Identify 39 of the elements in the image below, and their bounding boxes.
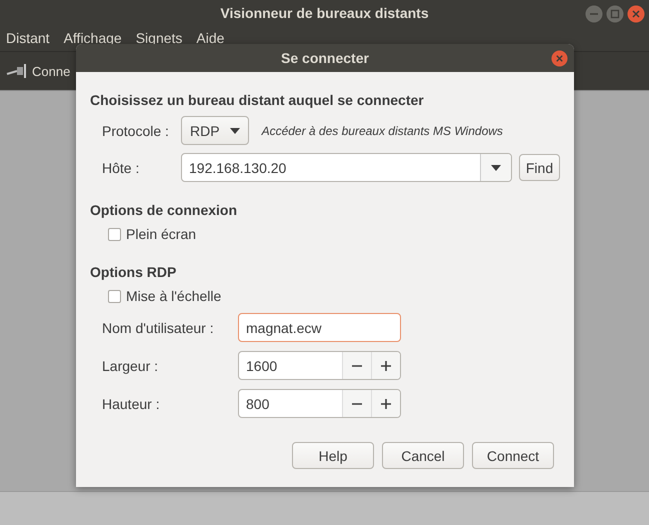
find-button[interactable]: Find [519, 154, 560, 181]
plus-icon [381, 398, 391, 408]
dialog-title: Se connecter [281, 50, 369, 66]
section-heading: Options de connexion [90, 202, 238, 218]
menu-item[interactable]: Distant [6, 30, 50, 46]
increment-button[interactable] [371, 352, 400, 379]
checkbox-label: Plein écran [126, 226, 196, 242]
spin-field[interactable]: 1600 [238, 351, 401, 380]
plus-icon [381, 360, 391, 370]
field-label: Hauteur : [102, 396, 161, 412]
close-icon[interactable] [627, 5, 645, 23]
dropdown-arrow-icon [230, 128, 240, 134]
close-icon[interactable] [551, 50, 568, 67]
menu-item[interactable]: Signets [136, 30, 182, 46]
checkbox[interactable] [108, 228, 121, 240]
section-heading: Options RDP [90, 264, 178, 280]
menu-item[interactable]: Aide [196, 30, 224, 46]
protocol-dropdown[interactable]: RDP [181, 116, 249, 145]
protocol-label: Protocole : [102, 122, 170, 138]
dialog-button[interactable]: Connect [472, 442, 554, 469]
field-label: Nom d'utilisateur : [102, 320, 215, 336]
host-combo-field[interactable]: 192.168.130.20 [181, 153, 512, 182]
toolbar-button[interactable]: Conne [32, 64, 70, 78]
window-title: Visionneur de bureaux distants [220, 4, 429, 20]
checkbox[interactable] [108, 290, 121, 302]
dialog-button[interactable]: Help [292, 442, 374, 469]
spin-field[interactable]: 800 [238, 389, 401, 418]
input-field[interactable]: magnat.ecw [238, 313, 401, 342]
dialog-button[interactable]: Cancel [382, 442, 464, 469]
menu-item[interactable]: Affichage [64, 30, 122, 46]
maximize-icon[interactable] [606, 5, 624, 23]
host-label: Hôte : [102, 160, 140, 176]
dropdown-arrow-icon [491, 164, 501, 170]
checkbox-label: Mise à l'échelle [126, 288, 222, 304]
section-heading: Choisissez un bureau distant auquel se connecter [90, 92, 425, 108]
increment-button[interactable] [371, 390, 400, 417]
field-label: Largeur : [102, 358, 160, 374]
protocol-description: Accéder à des bureaux distants MS Windows [262, 124, 504, 138]
minimize-icon[interactable] [585, 5, 603, 23]
